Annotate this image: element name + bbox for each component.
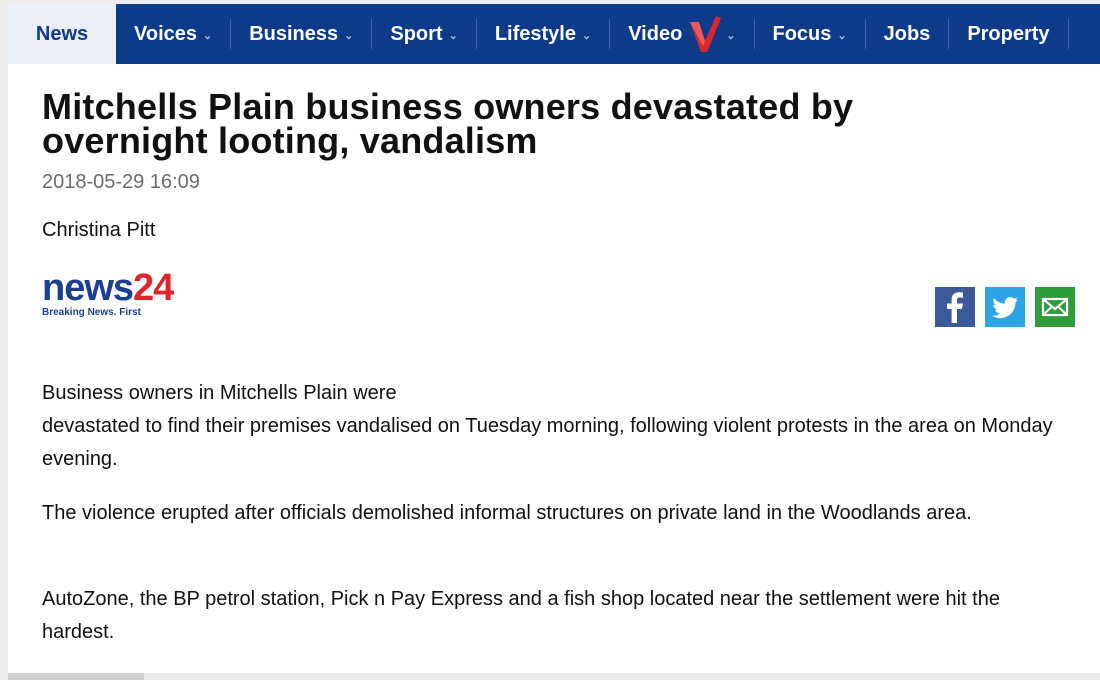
- window-frame-left: [0, 0, 8, 680]
- chevron-down-icon[interactable]: ⌄: [449, 29, 458, 42]
- nav-item-label: Sport: [390, 22, 443, 45]
- chevron-down-icon[interactable]: ⌄: [837, 29, 846, 42]
- facebook-icon: [947, 292, 963, 323]
- article-paragraph: AutoZone, the BP petrol station, Pick n …: [42, 588, 1000, 643]
- chevron-down-icon[interactable]: ⌄: [726, 29, 735, 42]
- logo-wordmark: news24: [42, 267, 202, 309]
- article-paragraph: Business owners in Mitchells Plain were …: [42, 382, 1053, 470]
- facebook-share-button[interactable]: [935, 287, 975, 327]
- nav-item-video[interactable]: Video ⌄: [610, 4, 753, 64]
- nav-item-label: Property: [967, 22, 1050, 45]
- nav-item-label: Focus: [772, 22, 832, 45]
- scrollbar-thumb[interactable]: [8, 673, 144, 680]
- news24-logo[interactable]: news24 Breaking News. First: [42, 267, 202, 325]
- nav-item-label: Jobs: [883, 22, 931, 45]
- nav-item-voices[interactable]: Voices ⌄: [116, 4, 230, 64]
- nav-item-news[interactable]: News: [8, 4, 116, 64]
- chevron-down-icon[interactable]: ⌄: [203, 29, 212, 42]
- chevron-down-icon[interactable]: ⌄: [582, 29, 591, 42]
- article-title: Mitchells Plain business owners devastat…: [42, 86, 854, 161]
- nav-item-label: Lifestyle: [494, 22, 576, 45]
- nav-item-label: Business: [249, 22, 339, 45]
- nav-item-property[interactable]: Property: [949, 4, 1067, 64]
- nav-separator: [1067, 19, 1069, 49]
- article-date: 2018-05-29 16:09: [42, 171, 200, 193]
- chevron-down-icon[interactable]: ⌄: [344, 29, 353, 42]
- main-nav: News Voices ⌄ Business ⌄ Sport ⌄ Lifesty…: [8, 4, 1100, 64]
- nav-item-lifestyle[interactable]: Lifestyle ⌄: [477, 4, 609, 64]
- horizontal-scrollbar[interactable]: [8, 673, 1100, 680]
- nav-item-label: Voices: [134, 22, 197, 45]
- email-share-button[interactable]: [1035, 287, 1075, 327]
- logo-24-text: 24: [133, 267, 174, 309]
- nav-item-business[interactable]: Business ⌄: [231, 4, 371, 64]
- twitter-icon: [992, 297, 1018, 319]
- article-paragraph: The violence erupted after officials dem…: [42, 502, 972, 524]
- logo-news-text: news: [42, 267, 134, 309]
- nav-item-label: News: [35, 22, 89, 45]
- logo-tagline: Breaking News. First: [42, 307, 141, 318]
- twitter-share-button[interactable]: [985, 287, 1025, 327]
- email-icon: [1041, 297, 1069, 317]
- nav-item-label: Video: [628, 22, 683, 45]
- nav-item-focus[interactable]: Focus ⌄: [755, 4, 865, 64]
- article-author[interactable]: Christina Pitt: [42, 219, 155, 242]
- video-v-logo-icon: [690, 16, 722, 52]
- nav-item-sport[interactable]: Sport ⌄: [372, 4, 475, 64]
- nav-item-jobs[interactable]: Jobs: [866, 4, 949, 64]
